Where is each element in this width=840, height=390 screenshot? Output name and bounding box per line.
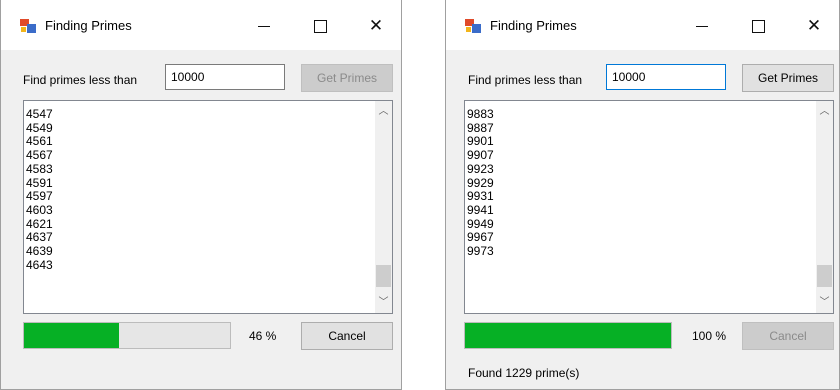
cancel-button[interactable]: Cancel (742, 322, 834, 350)
window-finding-primes-complete: Finding Primes ✕ Find primes less than G… (445, 0, 840, 390)
primes-list[interactable]: 9883 9887 9901 9907 9923 9929 9931 9941 9949 9967… (464, 100, 834, 314)
minimize-icon[interactable] (687, 12, 717, 40)
progress-bar-fill (465, 323, 671, 348)
maximize-icon[interactable] (743, 12, 773, 40)
list-item[interactable]: 9931 (467, 190, 494, 204)
window-title: Finding Primes (490, 18, 577, 33)
list-item[interactable]: 4597 (26, 190, 53, 204)
list-item[interactable]: 4567 (26, 148, 53, 163)
list-item[interactable]: 9923 (467, 162, 494, 177)
limit-input[interactable] (165, 64, 285, 90)
chevron-down-icon[interactable]: ﹀ (816, 294, 833, 311)
list-item[interactable]: 4637 (26, 231, 53, 245)
maximize-icon[interactable] (305, 12, 335, 40)
list-item[interactable]: 4643 (26, 258, 53, 273)
list-item[interactable]: 9973 (467, 244, 494, 259)
list-item[interactable]: 9901 (467, 135, 494, 149)
chevron-up-icon[interactable]: ︿ (375, 103, 392, 120)
window-finding-primes-running: Finding Primes ✕ Find primes less than G… (0, 0, 402, 390)
list-item[interactable]: 4639 (26, 244, 53, 259)
chevron-up-icon[interactable]: ︿ (816, 103, 833, 120)
close-icon[interactable]: ✕ (361, 12, 391, 40)
limit-input[interactable] (606, 64, 726, 90)
primes-list-items: 9883 9887 9901 9907 9923 9929 9931 9941 9949 9967… (467, 107, 494, 259)
list-item[interactable]: 9941 (467, 203, 494, 218)
scrollbar[interactable]: ︿ ﹀ (375, 101, 392, 313)
app-icon (20, 19, 36, 33)
list-item[interactable]: 9967 (467, 231, 494, 245)
get-primes-button[interactable]: Get Primes (301, 64, 393, 92)
primes-list[interactable]: 4547 4549 4561 4567 4583 4591 4597 4603 4621 4637… (23, 100, 393, 314)
find-primes-label: Find primes less than (23, 73, 138, 87)
list-item[interactable]: 4583 (26, 162, 53, 177)
scrollbar[interactable]: ︿ ﹀ (816, 101, 833, 313)
list-item[interactable]: 9929 (467, 176, 494, 191)
close-icon[interactable]: ✕ (799, 12, 829, 40)
list-item[interactable]: 4591 (26, 176, 53, 191)
list-item[interactable]: 4603 (26, 203, 53, 218)
progress-percent: 46 % (249, 329, 277, 343)
scroll-thumb[interactable] (376, 265, 391, 287)
list-item[interactable]: 9907 (467, 148, 494, 163)
list-item[interactable]: 9883 (467, 107, 494, 122)
find-primes-label: Find primes less than (468, 73, 583, 87)
progress-bar (23, 322, 231, 349)
list-item[interactable]: 9887 (467, 121, 494, 136)
app-icon (465, 19, 481, 33)
scroll-thumb[interactable] (817, 265, 832, 287)
status-text: Found 1229 prime(s) (468, 366, 580, 380)
minimize-icon[interactable] (249, 12, 279, 40)
chevron-down-icon[interactable]: ﹀ (375, 294, 392, 311)
primes-list-items: 4547 4549 4561 4567 4583 4591 4597 4603 4621 4637… (26, 107, 53, 273)
progress-bar (464, 322, 672, 349)
list-item[interactable]: 4549 (26, 121, 53, 136)
window-title: Finding Primes (45, 18, 132, 33)
progress-percent: 100 % (692, 329, 727, 343)
list-item[interactable]: 4561 (26, 135, 53, 149)
cancel-button[interactable]: Cancel (301, 322, 393, 350)
list-item[interactable]: 4547 (26, 107, 53, 122)
get-primes-button[interactable]: Get Primes (742, 64, 834, 92)
list-item[interactable]: 4621 (26, 217, 53, 232)
title-bar[interactable]: Finding Primes ✕ (446, 0, 839, 50)
list-item[interactable]: 9949 (467, 217, 494, 232)
progress-bar-fill (24, 323, 119, 348)
title-bar[interactable]: Finding Primes ✕ (1, 0, 401, 50)
